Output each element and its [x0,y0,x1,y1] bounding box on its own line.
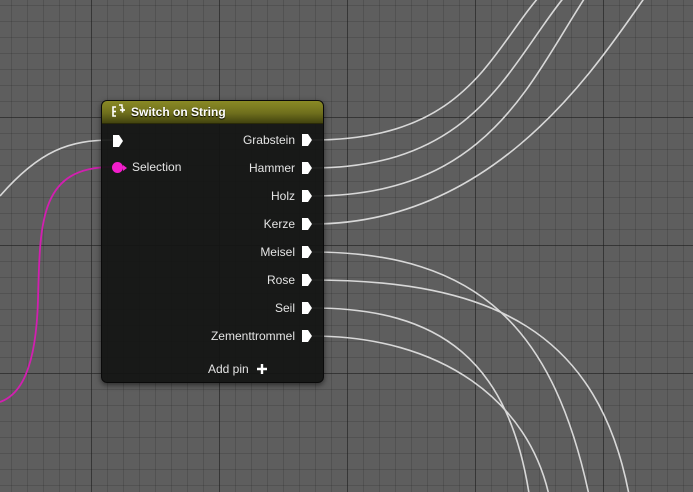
exec-output-pin-icon[interactable] [301,273,313,287]
output-pin-row-grabstein[interactable]: Grabstein [102,132,323,148]
node-title: Switch on String [131,105,226,119]
node-header[interactable]: Switch on String [102,101,323,124]
wire-grabstein[interactable] [311,0,545,141]
wire-rose[interactable] [311,279,630,492]
exec-output-pin-icon[interactable] [301,245,313,259]
wire-seil[interactable] [311,307,530,492]
exec-output-pin-icon[interactable] [301,217,313,231]
exec-output-pin-icon[interactable] [301,189,313,203]
wire-selection[interactable] [0,166,113,403]
output-pin-row-seil[interactable]: Seil [102,300,323,316]
output-pin-row-kerze[interactable]: Kerze [102,216,323,232]
output-pin-row-rose[interactable]: Rose [102,272,323,288]
output-pin-label: Hammer [248,161,295,175]
add-pin-label: Add pin [208,362,249,376]
switch-on-string-node[interactable]: Switch on String Selection Grabstein Ham… [101,100,324,383]
output-pin-label: Rose [266,273,295,287]
output-pin-label: Meisel [260,245,295,259]
output-pin-label: Zementtrommel [210,329,295,343]
output-pin-label: Grabstein [242,133,295,147]
wire-zementtrommel[interactable] [311,335,550,492]
exec-output-pin-icon[interactable] [301,329,313,343]
output-pin-row-zementtrommel[interactable]: Zementtrommel [102,328,323,344]
exec-output-pin-icon[interactable] [301,133,313,147]
wire-kerze[interactable] [311,0,650,225]
output-pin-row-hammer[interactable]: Hammer [102,160,323,176]
plus-icon [257,364,267,374]
output-pin-label: Kerze [263,217,295,231]
output-pin-row-holz[interactable]: Holz [102,188,323,204]
output-pin-label: Seil [274,301,295,315]
wire-holz[interactable] [311,0,590,197]
switch-icon [112,104,125,117]
exec-output-pin-icon[interactable] [301,161,313,175]
output-pin-label: Holz [270,189,295,203]
wire-meisel[interactable] [311,251,590,492]
exec-output-pin-icon[interactable] [301,301,313,315]
output-pin-row-meisel[interactable]: Meisel [102,244,323,260]
